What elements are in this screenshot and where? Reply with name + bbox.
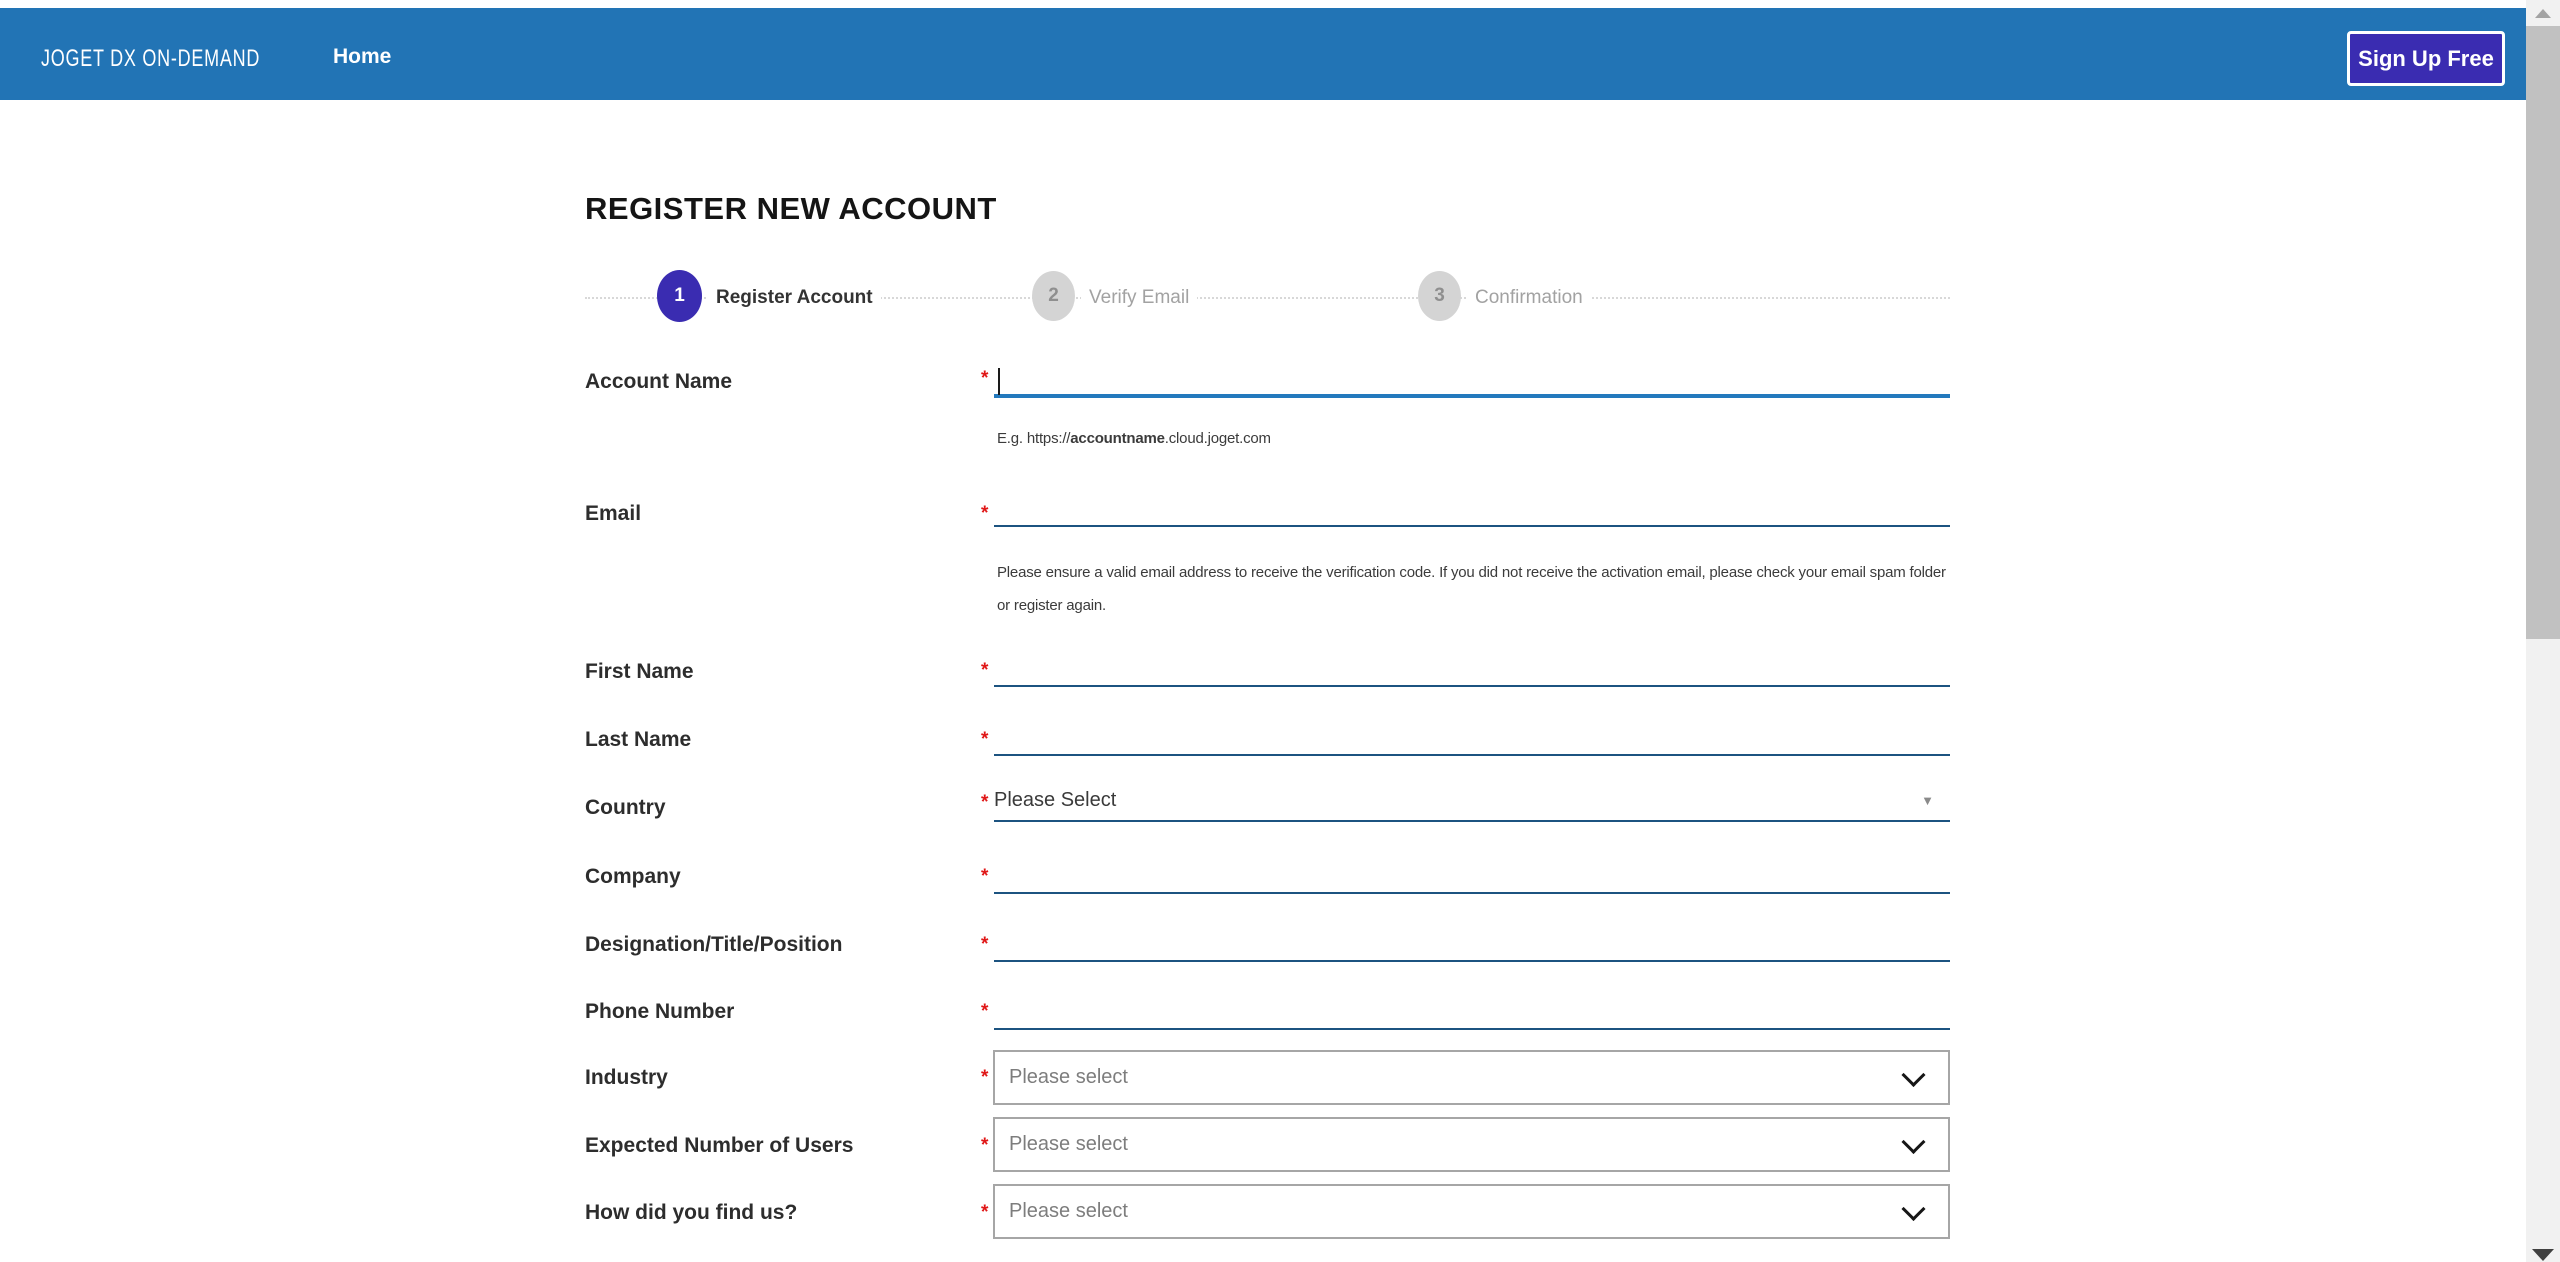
- industry-select-value: Please select: [995, 1052, 1948, 1103]
- expected-users-select-value: Please select: [995, 1119, 1948, 1170]
- country-label: Country: [585, 795, 666, 821]
- helper-suffix: .cloud.joget.com: [1165, 430, 1271, 447]
- find-us-select[interactable]: Please select: [993, 1184, 1950, 1239]
- required-asterisk: *: [981, 793, 988, 813]
- brand-logo: JOGET DX ON-DEMAND: [41, 45, 260, 73]
- sign-up-free-button[interactable]: Sign Up Free: [2347, 31, 2505, 86]
- find-us-select-value: Please select: [995, 1186, 1948, 1237]
- phone-number-input[interactable]: [994, 1001, 1950, 1030]
- first-name-input[interactable]: [994, 658, 1950, 687]
- helper-bold: accountname: [1070, 430, 1165, 447]
- text-cursor: [998, 368, 1000, 395]
- account-name-label: Account Name: [585, 369, 732, 395]
- step-1-label: Register Account: [708, 285, 881, 311]
- expected-users-label: Expected Number of Users: [585, 1133, 853, 1159]
- email-label: Email: [585, 501, 641, 527]
- scroll-up-arrow-icon[interactable]: [2535, 9, 2551, 18]
- step-2-circle: 2: [1032, 271, 1075, 321]
- email-helper: Please ensure a valid email address to r…: [997, 556, 1955, 622]
- account-name-helper: E.g. https://accountname.cloud.joget.com: [997, 429, 1271, 449]
- find-us-label: How did you find us?: [585, 1200, 797, 1226]
- expected-users-select[interactable]: Please select: [993, 1117, 1950, 1172]
- helper-prefix: E.g. https://: [997, 430, 1070, 447]
- top-navbar: JOGET DX ON-DEMAND Home Sign Up Free: [0, 8, 2526, 100]
- required-asterisk: *: [981, 504, 988, 524]
- dropdown-arrow-icon: ▼: [1921, 793, 1934, 808]
- country-select[interactable]: Please Select ▼: [994, 786, 1950, 822]
- account-name-input[interactable]: [994, 360, 1950, 398]
- designation-input[interactable]: [994, 933, 1950, 962]
- industry-label: Industry: [585, 1065, 668, 1091]
- company-label: Company: [585, 864, 681, 890]
- required-asterisk: *: [981, 1002, 988, 1022]
- company-input[interactable]: [994, 865, 1950, 894]
- step-1-circle: 1: [657, 270, 702, 322]
- last-name-label: Last Name: [585, 727, 691, 753]
- first-name-label: First Name: [585, 659, 694, 685]
- step-3-label: Confirmation: [1467, 285, 1591, 311]
- required-asterisk: *: [981, 1136, 988, 1156]
- step-2-label: Verify Email: [1081, 285, 1197, 311]
- phone-number-label: Phone Number: [585, 999, 734, 1025]
- email-input[interactable]: [994, 498, 1950, 527]
- required-asterisk: *: [981, 661, 988, 681]
- step-3-circle: 3: [1418, 271, 1461, 321]
- scrollbar-thumb[interactable]: [2526, 26, 2560, 639]
- register-page: JOGET DX ON-DEMAND Home Sign Up Free REG…: [0, 0, 2560, 1262]
- last-name-input[interactable]: [994, 727, 1950, 756]
- vertical-scrollbar[interactable]: [2526, 0, 2560, 1262]
- scroll-down-arrow-icon[interactable]: [2532, 1249, 2554, 1261]
- designation-label: Designation/Title/Position: [585, 932, 842, 958]
- industry-select[interactable]: Please select: [993, 1050, 1950, 1105]
- page-title: REGISTER NEW ACCOUNT: [585, 191, 997, 227]
- required-asterisk: *: [981, 935, 988, 955]
- required-asterisk: *: [981, 1203, 988, 1223]
- required-asterisk: *: [981, 369, 988, 389]
- required-asterisk: *: [981, 730, 988, 750]
- country-select-value: Please Select: [994, 786, 1950, 814]
- nav-item-home[interactable]: Home: [333, 45, 391, 69]
- required-asterisk: *: [981, 1068, 988, 1088]
- required-asterisk: *: [981, 867, 988, 887]
